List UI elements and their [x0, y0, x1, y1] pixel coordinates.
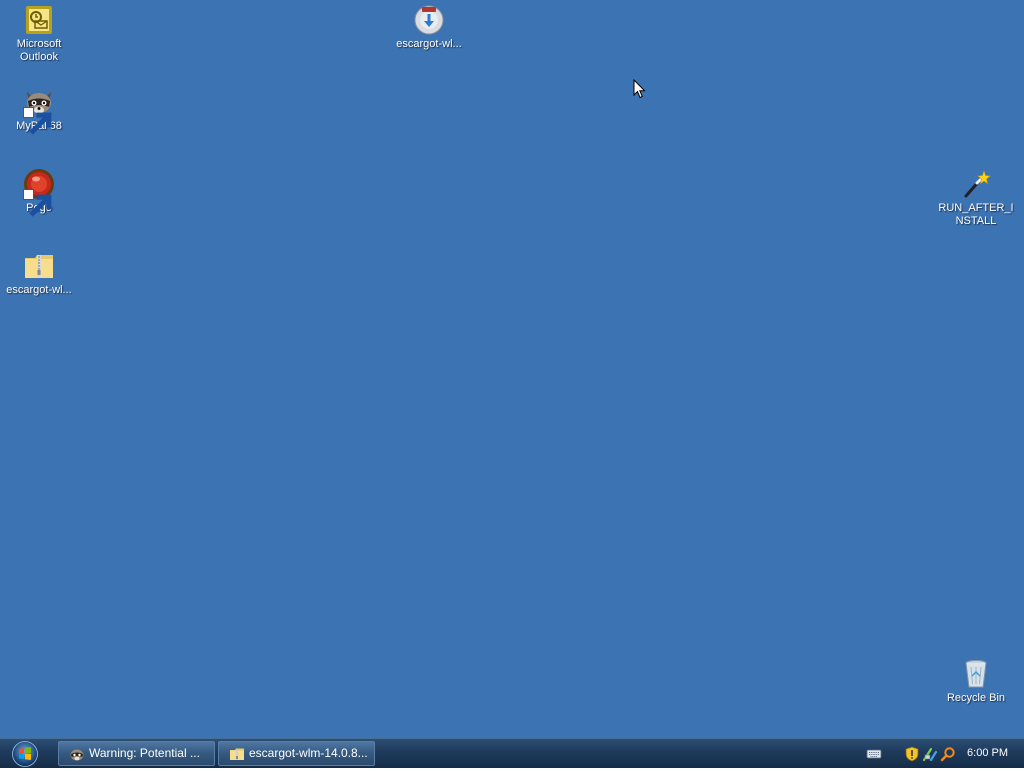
desktop-icon-microsoft-outlook[interactable]: Microsoft Outlook: [1, 4, 77, 64]
shortcut-arrow-icon: [23, 189, 52, 217]
network-icon[interactable]: [922, 746, 938, 762]
zip-folder-icon: [23, 250, 55, 282]
zip-folder-icon: [229, 746, 245, 762]
red-orb-icon: [23, 168, 55, 217]
desktop-icon-label: RUN_AFTER_INSTALL: [938, 202, 1014, 227]
windows-logo-icon: [12, 741, 38, 767]
search-icon[interactable]: [940, 746, 956, 762]
raccoon-icon: [69, 746, 85, 762]
recycle-bin-icon: [960, 658, 992, 690]
raccoon-icon: [23, 86, 55, 135]
taskbar-button-label: Warning: Potential ...: [89, 746, 200, 760]
desktop-icon-escargot-zip[interactable]: escargot-wl...: [1, 250, 77, 297]
desktop-icon-run-after-install[interactable]: RUN_AFTER_INSTALL: [937, 168, 1015, 228]
magic-wand-icon: [960, 168, 992, 200]
clock[interactable]: 6:00 PM: [967, 739, 1008, 768]
start-button[interactable]: [8, 740, 42, 767]
taskbar-button-label: escargot-wlm-14.0.8...: [249, 746, 368, 760]
desktop-icon-pego[interactable]: Pego: [1, 168, 77, 217]
taskbar: Warning: Potential ... escargot-wlm-14.0…: [0, 738, 1024, 768]
mouse-cursor-icon: [633, 78, 647, 99]
shield-icon[interactable]: [904, 746, 920, 762]
shortcut-arrow-icon: [23, 107, 52, 135]
system-tray: 6:00 PM: [854, 739, 1024, 768]
desktop-icon-label: escargot-wl...: [6, 284, 72, 296]
desktop-icon-label: Microsoft Outlook: [16, 38, 62, 63]
desktop-icon-label: escargot-wl...: [396, 38, 462, 50]
installer-disc-icon: [413, 4, 445, 36]
keyboard-icon[interactable]: [866, 746, 882, 762]
desktop-icon-escargot-installer[interactable]: escargot-wl...: [391, 4, 467, 51]
desktop-icon-mypal-68[interactable]: MyPal 68: [1, 86, 77, 135]
outlook-icon: [23, 4, 55, 36]
desktop-icon-recycle-bin[interactable]: Recycle Bin: [937, 658, 1015, 705]
taskbar-button-warning[interactable]: Warning: Potential ...: [58, 741, 215, 766]
taskbar-button-escargot-zip[interactable]: escargot-wlm-14.0.8...: [218, 741, 375, 766]
desktop[interactable]: Microsoft Outlook MyPal 68 Pego escargot…: [0, 0, 1024, 738]
desktop-icon-label: Recycle Bin: [946, 692, 1006, 704]
